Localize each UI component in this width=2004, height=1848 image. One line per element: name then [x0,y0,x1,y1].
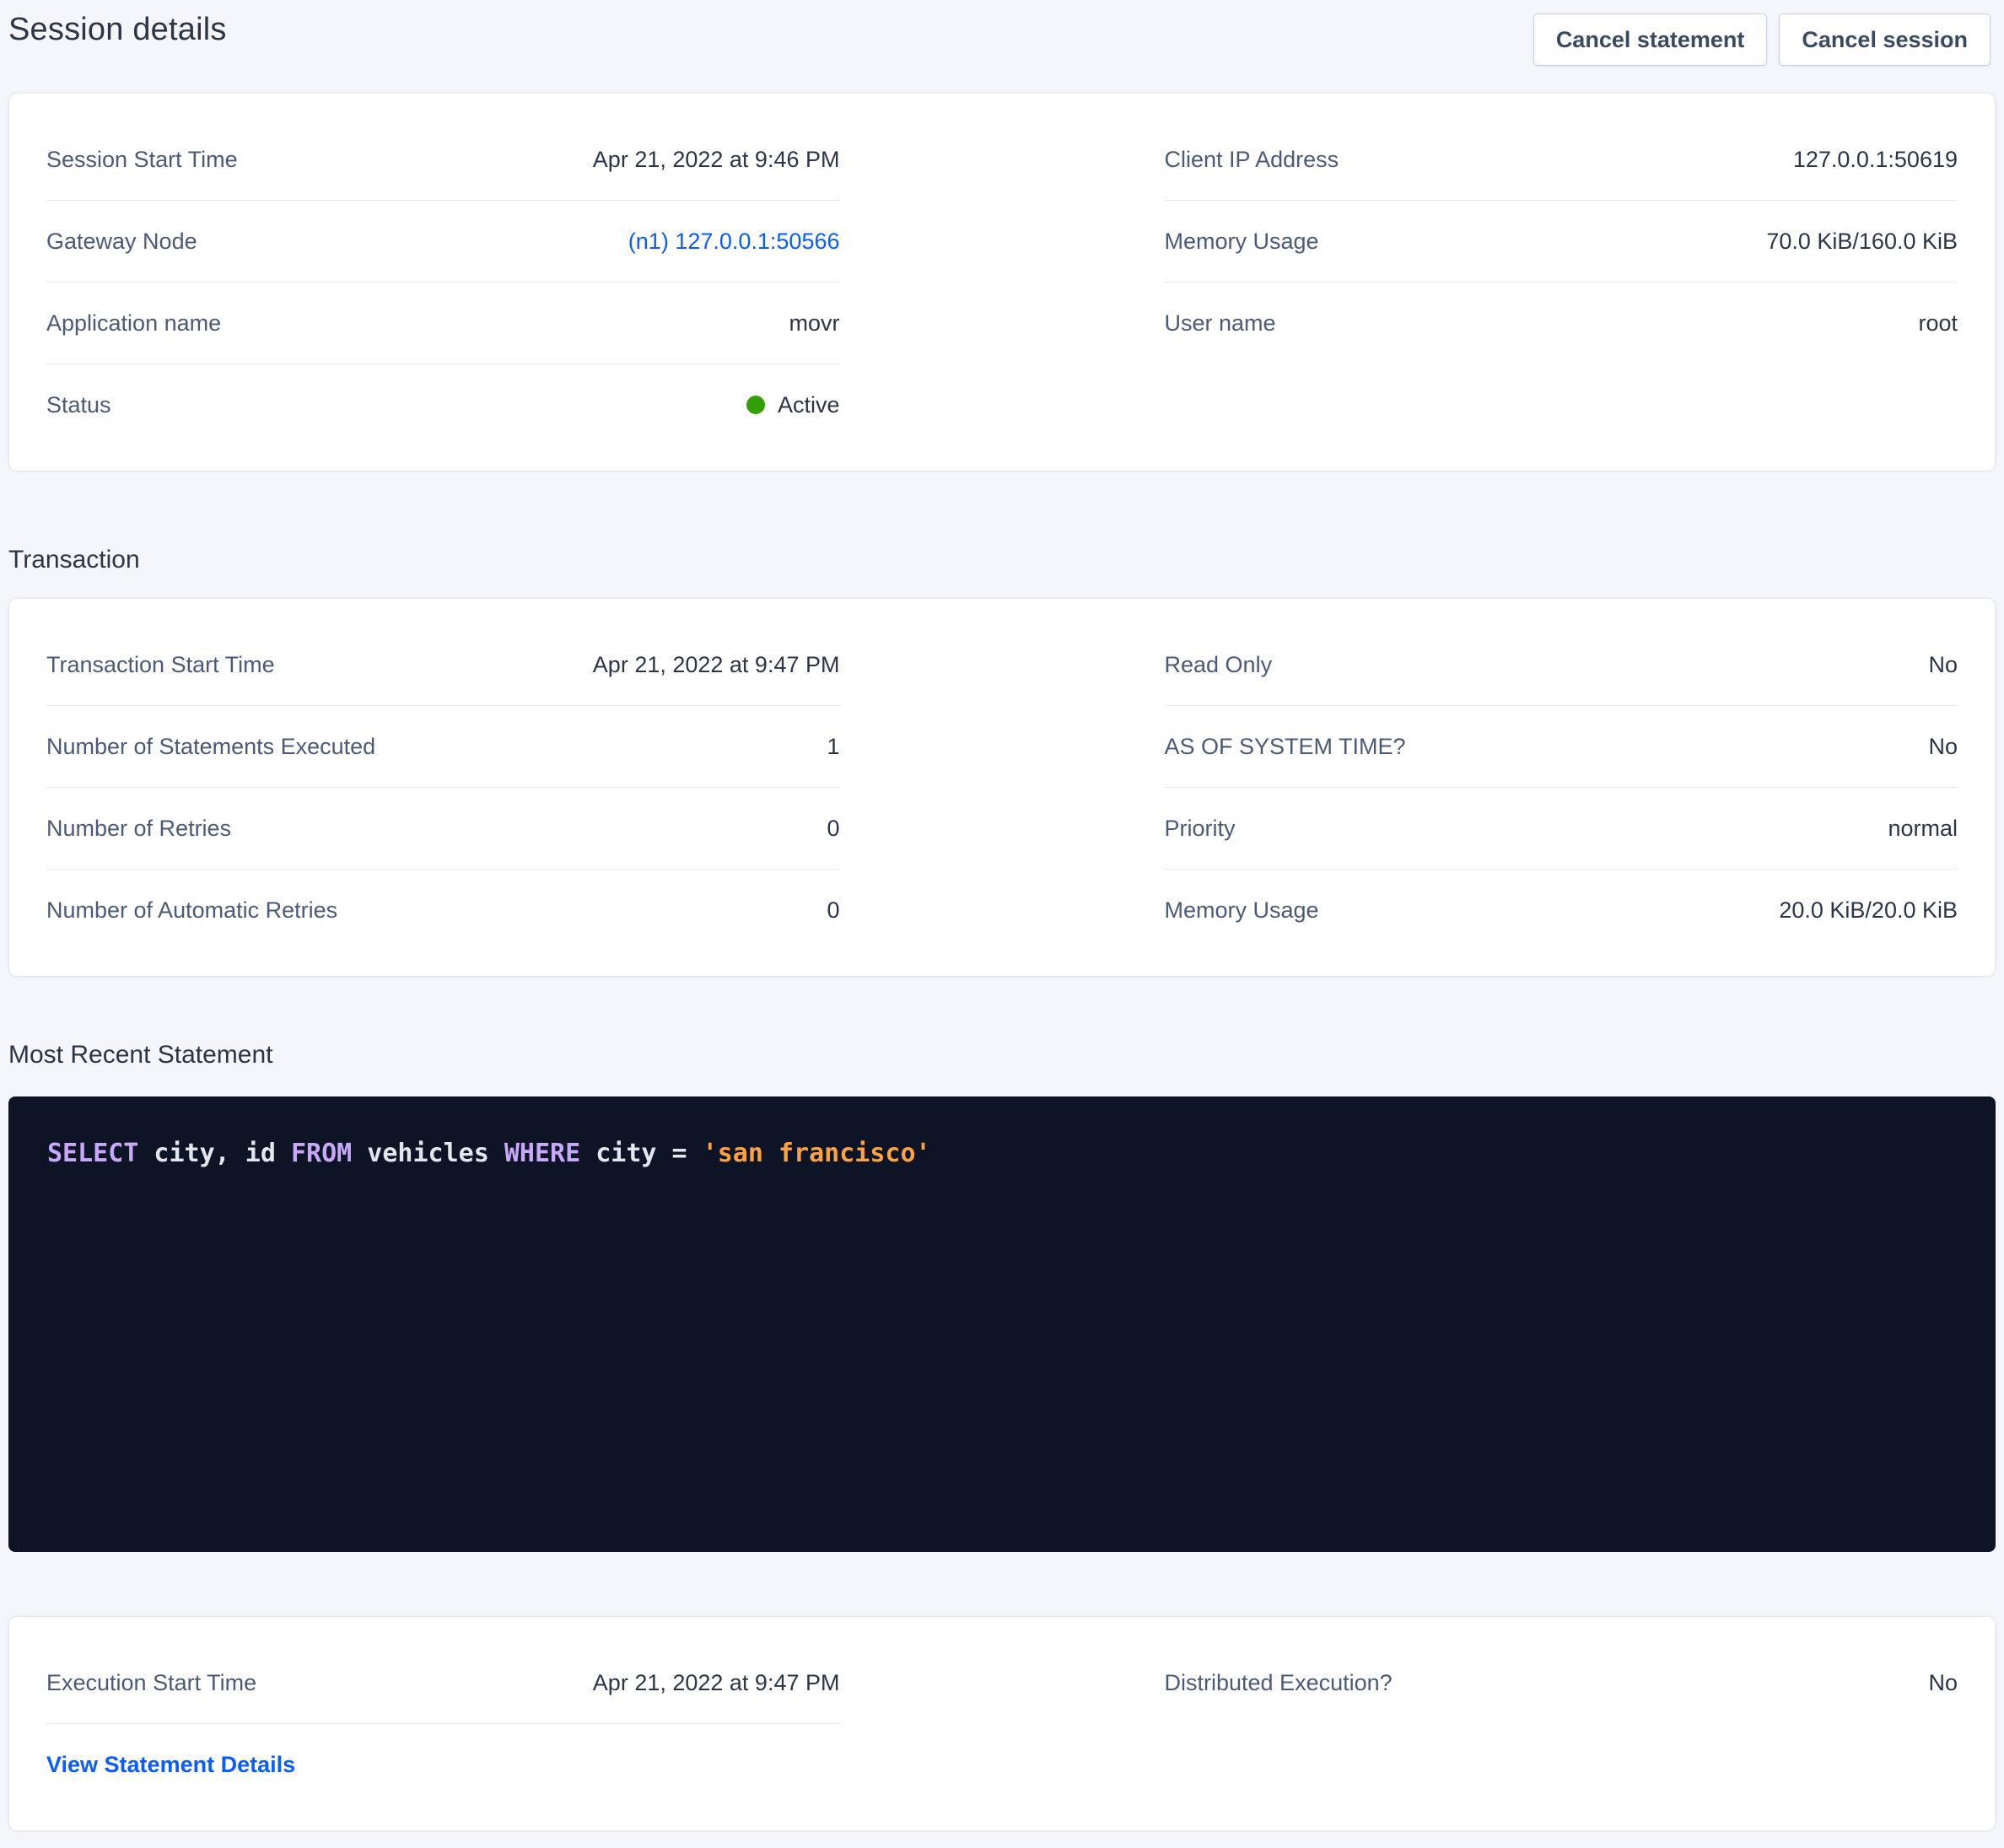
user-name-label: User name [1165,309,1276,337]
transaction-right-column: Read Only No AS OF SYSTEM TIME? No Prior… [1165,624,1958,951]
as-of-system-time-label: AS OF SYSTEM TIME? [1165,732,1406,761]
transaction-section-heading: Transaction [8,544,1996,576]
application-name-value: movr [789,309,840,337]
session-start-time-label: Session Start Time [46,145,238,174]
client-ip-value: 127.0.0.1:50619 [1793,145,1958,174]
transaction-info-card: Transaction Start Time Apr 21, 2022 at 9… [8,598,1996,977]
sql-predicate: city = [580,1139,703,1168]
transaction-left-column: Transaction Start Time Apr 21, 2022 at 9… [46,624,840,951]
page-header: Session details Cancel statement Cancel … [8,0,1996,66]
session-info-left-column: Session Start Time Apr 21, 2022 at 9:46 … [46,119,840,445]
session-start-time-value: Apr 21, 2022 at 9:46 PM [593,145,840,174]
statements-executed-label: Number of Statements Executed [46,732,375,761]
transaction-memory-usage-row: Memory Usage 20.0 KiB/20.0 KiB [1165,870,1958,951]
status-label: Status [46,391,111,419]
retries-value: 0 [827,814,839,843]
client-ip-label: Client IP Address [1165,145,1339,174]
transaction-start-time-value: Apr 21, 2022 at 9:47 PM [593,650,840,679]
most-recent-statement-heading: Most Recent Statement [8,1039,1996,1071]
distributed-execution-label: Distributed Execution? [1165,1668,1393,1697]
execution-left-column: Execution Start Time Apr 21, 2022 at 9:4… [46,1642,840,1805]
sql-table: vehicles [352,1139,504,1168]
transaction-start-time-row: Transaction Start Time Apr 21, 2022 at 9… [46,624,840,706]
retries-label: Number of Retries [46,814,231,843]
session-memory-usage-label: Memory Usage [1165,227,1319,256]
execution-right-column: Distributed Execution? No [1165,1642,1958,1805]
cancel-statement-button[interactable]: Cancel statement [1533,13,1768,66]
user-name-value: root [1918,309,1958,337]
priority-value: normal [1888,814,1958,843]
retries-row: Number of Retries 0 [46,788,840,870]
execution-start-time-value: Apr 21, 2022 at 9:47 PM [593,1668,840,1697]
client-ip-row: Client IP Address 127.0.0.1:50619 [1165,119,1958,201]
execution-start-time-row: Execution Start Time Apr 21, 2022 at 9:4… [46,1642,840,1724]
status-text: Active [778,391,840,419]
priority-row: Priority normal [1165,788,1958,870]
transaction-start-time-label: Transaction Start Time [46,650,275,679]
status-row: Status Active [46,364,840,445]
statements-executed-value: 1 [827,732,839,761]
session-memory-usage-row: Memory Usage 70.0 KiB/160.0 KiB [1165,201,1958,283]
as-of-system-time-value: No [1928,732,1958,761]
transaction-memory-usage-label: Memory Usage [1165,896,1319,924]
view-statement-details-link[interactable]: View Statement Details [46,1750,295,1779]
read-only-value: No [1928,650,1958,679]
page-title: Session details [8,12,227,48]
header-actions: Cancel statement Cancel session [1533,13,1991,66]
transaction-memory-usage-value: 20.0 KiB/20.0 KiB [1779,896,1958,924]
automatic-retries-row: Number of Automatic Retries 0 [46,870,840,951]
sql-statement-text: SELECT city, id FROM vehicles WHERE city… [47,1139,931,1168]
view-statement-details-row: View Statement Details [46,1724,840,1805]
cancel-session-button[interactable]: Cancel session [1779,13,1991,66]
application-name-label: Application name [46,309,221,337]
status-active-dot-icon [746,396,765,414]
session-info-right-column: Client IP Address 127.0.0.1:50619 Memory… [1165,119,1958,445]
sql-keyword-where: WHERE [504,1139,580,1168]
sql-keyword-from: FROM [291,1139,352,1168]
as-of-system-time-row: AS OF SYSTEM TIME? No [1165,706,1958,788]
distributed-execution-value: No [1928,1668,1958,1697]
read-only-label: Read Only [1165,650,1273,679]
automatic-retries-value: 0 [827,896,839,924]
session-start-time-row: Session Start Time Apr 21, 2022 at 9:46 … [46,119,840,201]
sql-columns: city, id [138,1139,291,1168]
execution-start-time-label: Execution Start Time [46,1668,256,1697]
priority-label: Priority [1165,814,1236,843]
gateway-node-row: Gateway Node (n1) 127.0.0.1:50566 [46,201,840,283]
application-name-row: Application name movr [46,283,840,364]
sql-statement-box: SELECT city, id FROM vehicles WHERE city… [8,1096,1996,1552]
user-name-row: User name root [1165,283,1958,364]
automatic-retries-label: Number of Automatic Retries [46,896,337,924]
distributed-execution-row: Distributed Execution? No [1165,1642,1958,1723]
session-info-card: Session Start Time Apr 21, 2022 at 9:46 … [8,93,1996,471]
gateway-node-link[interactable]: (n1) 127.0.0.1:50566 [628,227,840,256]
execution-info-card: Execution Start Time Apr 21, 2022 at 9:4… [8,1616,1996,1831]
sql-string-literal: 'san francisco' [703,1139,931,1168]
status-value: Active [746,391,840,419]
sql-keyword-select: SELECT [47,1139,138,1168]
session-memory-usage-value: 70.0 KiB/160.0 KiB [1766,227,1958,256]
read-only-row: Read Only No [1165,624,1958,706]
session-details-page: Session details Cancel statement Cancel … [0,0,2004,1848]
statements-executed-row: Number of Statements Executed 1 [46,706,840,788]
gateway-node-label: Gateway Node [46,227,197,256]
